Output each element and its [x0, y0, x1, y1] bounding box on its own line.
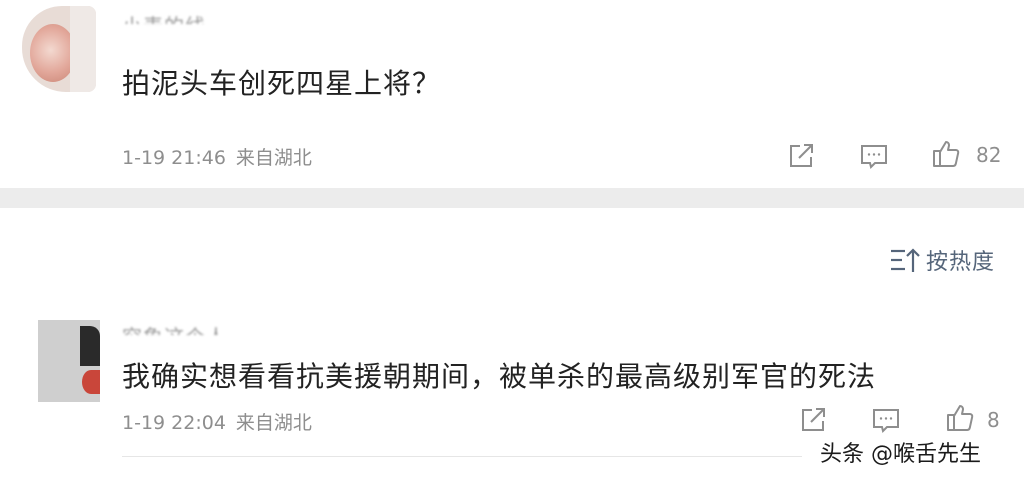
thumbs-up-icon[interactable] [944, 402, 976, 434]
comment-location: 来自湖北 [235, 147, 312, 169]
comment-icon[interactable] [858, 140, 890, 172]
avatar[interactable] [22, 6, 96, 92]
watermark: 头条 @喉舌先生 [820, 442, 981, 467]
comment-time: 1-19 22:04 [122, 412, 226, 434]
comment-location: 来自湖北 [235, 412, 312, 434]
sort-icon [891, 248, 920, 272]
username[interactable]: 穷象这个人 [122, 321, 227, 335]
comment-time: 1-19 21:46 [122, 147, 226, 169]
sort-label: 按热度 [926, 250, 996, 275]
share-icon[interactable] [785, 140, 817, 172]
comment-text: 拍泥头车创死四星上将？ [122, 67, 442, 100]
comment-text: 我确实想看看抗美援朝期间，被单杀的最高级别军官的死法 [122, 360, 877, 393]
username[interactable]: 小麦的线 [122, 10, 206, 24]
comment-meta: 1-19 21:46 来自湖北 [122, 143, 312, 170]
comment-meta: 1-19 22:04 来自湖北 [122, 408, 312, 435]
share-icon[interactable] [797, 404, 829, 436]
comment-icon[interactable] [870, 404, 902, 436]
like-count: 8 [987, 408, 1000, 432]
divider-line [122, 456, 802, 457]
avatar[interactable] [38, 320, 100, 402]
sort-by-heat-button[interactable]: 按热度 [888, 243, 995, 277]
like-count: 82 [976, 143, 1002, 167]
thumbs-up-icon[interactable] [930, 138, 962, 170]
section-divider [0, 188, 1024, 208]
